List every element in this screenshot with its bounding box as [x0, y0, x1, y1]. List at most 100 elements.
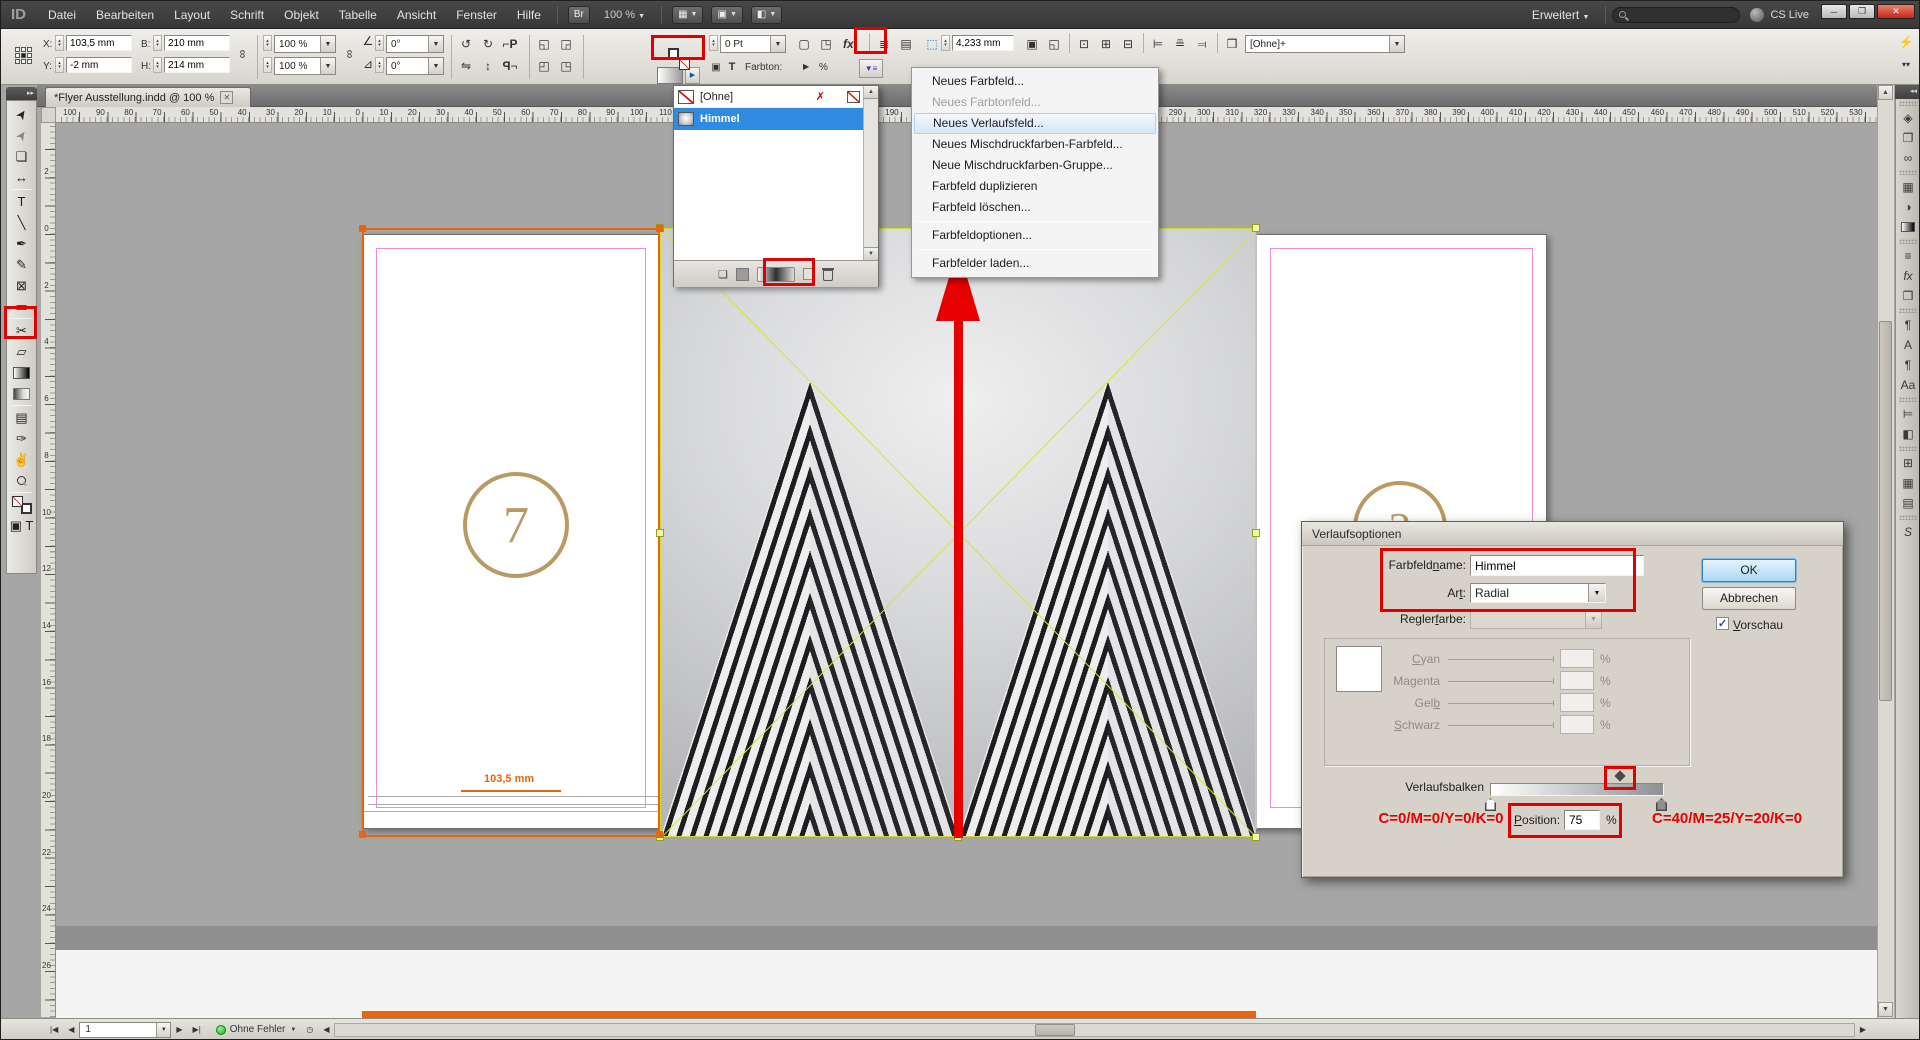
preflight-menu-arrow[interactable]: ▼ — [285, 1027, 301, 1033]
select-prev-icon[interactable]: ◰ — [535, 57, 553, 75]
menu-bearbeiten[interactable]: Bearbeiten — [86, 1, 164, 29]
ok-button[interactable]: OK — [1702, 559, 1796, 582]
next-page-button[interactable]: ▶ — [171, 1025, 187, 1034]
stroke-weight-spinner[interactable]: ▴▾ — [709, 35, 718, 51]
rotation-combo[interactable]: 0°▼ — [386, 35, 444, 53]
frame-handle[interactable] — [656, 529, 664, 537]
gap-tool[interactable]: ↔ — [7, 167, 36, 188]
layers-panel-icon[interactable]: ◈ — [1896, 108, 1920, 128]
line-tool[interactable]: ╲ — [7, 212, 36, 233]
text-wrap-icon[interactable]: ▤ — [897, 35, 915, 53]
scale-x-spinner[interactable]: ▴▾ — [263, 35, 272, 51]
preview-checkbox[interactable]: ✓ — [1716, 617, 1729, 630]
table-styles-panel-icon[interactable]: ▤ — [1896, 493, 1920, 513]
gradient-feather-tool[interactable] — [7, 383, 36, 404]
flip-vertical-icon[interactable]: ↕ — [479, 57, 497, 75]
center-content-icon[interactable]: ⊟ — [1119, 35, 1137, 53]
fit-proportional-icon[interactable]: ⊡ — [1075, 35, 1093, 53]
rotate-spinner[interactable]: ▴▾ — [375, 35, 384, 51]
corner-radius-icon[interactable]: ◳ — [817, 35, 835, 53]
character-panel-icon[interactable]: Aa — [1896, 375, 1920, 395]
cell-styles-panel-icon[interactable]: ▦ — [1896, 473, 1920, 493]
constrain-scale-icon[interactable]: ∞ — [341, 45, 359, 63]
scripts-panel-icon[interactable]: S — [1896, 522, 1920, 542]
horizontal-scrollbar[interactable] — [334, 1023, 1854, 1037]
menu-hilfe[interactable]: Hilfe — [507, 1, 551, 29]
quick-apply-icon[interactable]: ⚡ — [1897, 33, 1915, 51]
select-content-icon[interactable]: ◲ — [557, 35, 575, 53]
zoom-tool[interactable] — [7, 470, 36, 491]
last-page-button[interactable]: ▶| — [188, 1025, 206, 1034]
menu-objekt[interactable]: Objekt — [274, 1, 329, 29]
rotate-cw-icon[interactable]: ↻ — [479, 35, 497, 53]
swatches-panel-icon[interactable]: ▦ — [1896, 177, 1920, 197]
fill-proportional-icon[interactable]: ⊞ — [1097, 35, 1115, 53]
free-transform-tool[interactable]: ▱ — [7, 341, 36, 362]
shear-combo[interactable]: 0°▼ — [386, 57, 444, 75]
new-color-group-icon[interactable]: ❏ — [718, 268, 728, 281]
shear-spinner[interactable]: ▴▾ — [375, 57, 384, 73]
vertical-ruler[interactable]: 202468101214161820222426 — [41, 123, 56, 1017]
object-style-combo[interactable]: [Ohne]+▼ — [1245, 35, 1405, 53]
orange-handle[interactable] — [359, 831, 366, 838]
fit-content-icon[interactable]: ▣ — [1023, 35, 1041, 53]
first-page-button[interactable]: |◀ — [45, 1025, 63, 1034]
pencil-tool[interactable]: ✎ — [7, 254, 36, 275]
effects-panel-icon[interactable]: fx — [1896, 266, 1920, 286]
preflight-clock-icon[interactable]: ◷ — [301, 1025, 318, 1034]
hscroll-right-icon[interactable]: ▶ — [1855, 1025, 1871, 1034]
menu-datei[interactable]: Datei — [38, 1, 86, 29]
orange-handle[interactable] — [656, 225, 663, 232]
menu-item-farbfeld-duplizieren[interactable]: Farbfeld duplizieren — [914, 176, 1156, 197]
stroke-panel-icon[interactable]: ≡ — [1896, 246, 1920, 266]
new-swatch-icon[interactable] — [736, 268, 749, 281]
menu-item-neue-mischdruckfarben-gruppe-[interactable]: Neue Mischdruckfarben-Gruppe... — [914, 155, 1156, 176]
swatch-scrollbar[interactable]: ▲ ▼ — [863, 86, 878, 260]
arrange-documents-button[interactable]: ◧ ▼ — [751, 6, 782, 24]
scroll-down-icon[interactable]: ▼ — [1878, 1002, 1893, 1017]
formatting-affects-text-icon[interactable]: T — [723, 58, 741, 76]
tint-arrow-icon[interactable]: ▶ — [803, 62, 809, 71]
restore-button[interactable]: ❐ — [1849, 4, 1875, 19]
menu-ansicht[interactable]: Ansicht — [387, 1, 446, 29]
prev-page-button[interactable]: ◀ — [63, 1025, 79, 1034]
scroll-up-icon[interactable]: ▲ — [1878, 85, 1893, 100]
menu-item-neues-mischdruckfarben-farbfeld-[interactable]: Neues Mischdruckfarben-Farbfeld... — [914, 134, 1156, 155]
paragraph-panel-icon[interactable]: ¶ — [1896, 355, 1920, 375]
fit-frame-icon[interactable]: ◱ — [1045, 35, 1063, 53]
swatch-scroll-down-icon[interactable]: ▼ — [864, 247, 878, 260]
scale-y-combo[interactable]: 100 %▼ — [274, 57, 336, 75]
dock-collapse-header[interactable]: ◂◂ — [1895, 85, 1920, 99]
table-panel-icon[interactable]: ⊞ — [1896, 453, 1920, 473]
scale-y-spinner[interactable]: ▴▾ — [263, 57, 272, 73]
panel-collapse-icon[interactable]: ▾▾ — [1897, 55, 1915, 73]
screen-mode-button[interactable]: ▣ ▼ — [711, 6, 742, 24]
menu-layout[interactable]: Layout — [164, 1, 220, 29]
orange-frame[interactable] — [362, 228, 660, 837]
eyedropper-tool[interactable]: ✑ — [7, 428, 36, 449]
apply-color-buttons[interactable]: ▣ T — [7, 515, 36, 536]
menu-item-farbfeldoptionen-[interactable]: Farbfeldoptionen... — [914, 225, 1156, 246]
frame-handle[interactable] — [1252, 224, 1260, 232]
y-input[interactable] — [66, 57, 132, 73]
height-spinner[interactable]: ▴▾ — [153, 57, 162, 73]
orange-handle[interactable] — [359, 225, 366, 232]
select-container-icon[interactable]: ◱ — [535, 35, 553, 53]
hand-tool[interactable]: ✌ — [7, 449, 36, 470]
document-tab[interactable]: *Flyer Ausstellung.indd @ 100 % ✕ — [45, 87, 251, 107]
horizontal-scroll-thumb[interactable] — [1035, 1024, 1075, 1036]
note-tool[interactable]: ▤ — [7, 407, 36, 428]
menu-item-neues-verlaufsfeld-[interactable]: Neues Verlaufsfeld... — [914, 113, 1156, 134]
gap-input[interactable] — [952, 35, 1014, 51]
swatch-scroll-up-icon[interactable]: ▲ — [864, 86, 878, 99]
menu-tabelle[interactable]: Tabelle — [329, 1, 387, 29]
vertical-scroll-thumb[interactable] — [1879, 321, 1892, 701]
menu-schrift[interactable]: Schrift — [220, 1, 274, 29]
constrain-dimensions-icon[interactable]: ∞ — [234, 45, 252, 63]
workspace-switcher[interactable]: Erweitert ▼ — [1522, 1, 1600, 29]
tab-close-icon[interactable]: ✕ — [220, 91, 233, 104]
gradient-panel-icon[interactable] — [1896, 217, 1920, 237]
stroke-weight-combo[interactable]: 0 Pt▼ — [720, 35, 786, 53]
menu-item-neues-farbfeld-[interactable]: Neues Farbfeld... — [914, 71, 1156, 92]
bridge-button[interactable]: Br — [568, 6, 590, 24]
